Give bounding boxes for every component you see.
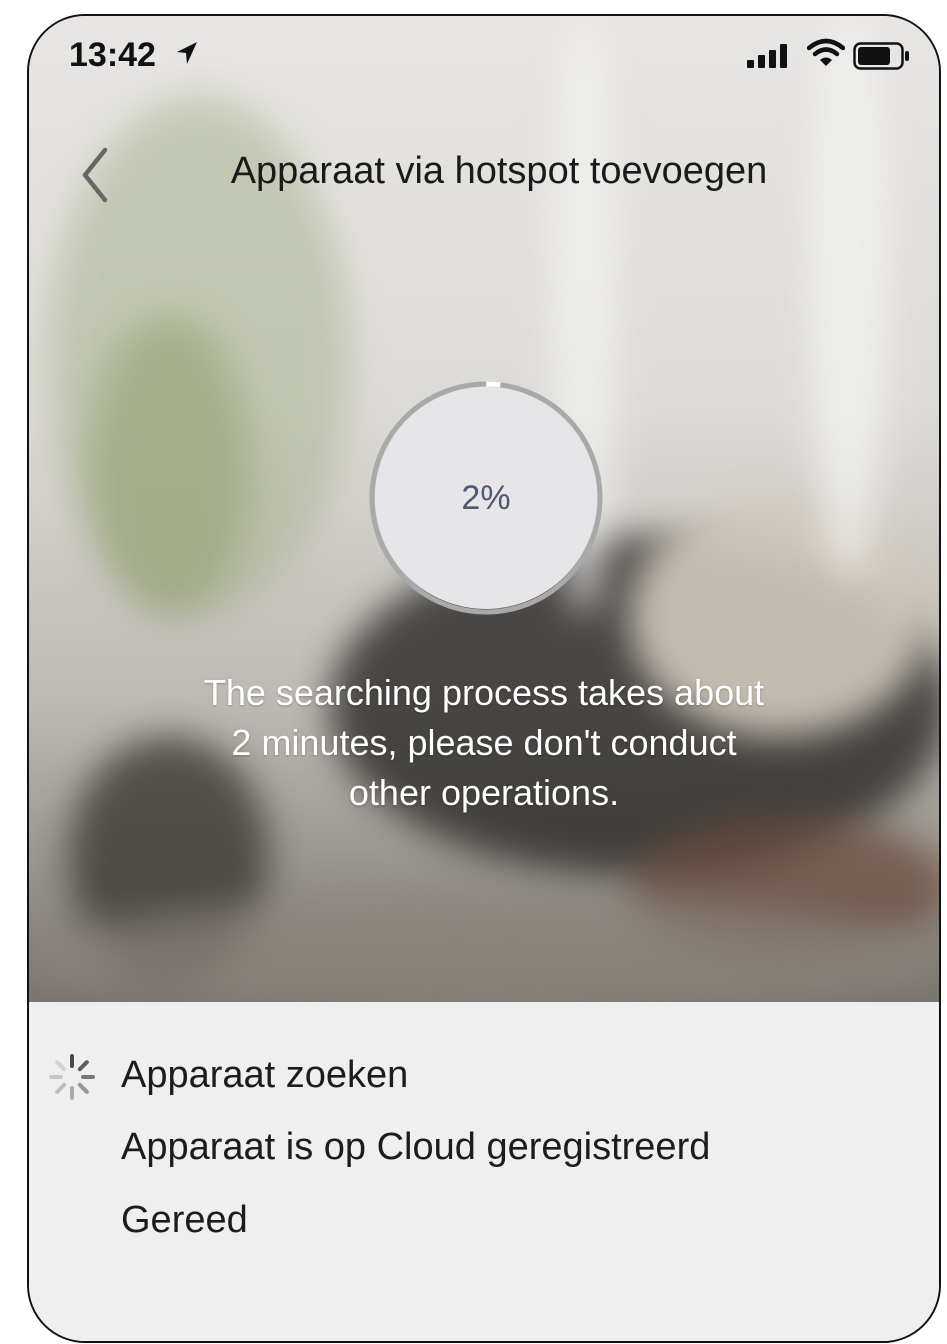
battery-icon bbox=[853, 42, 911, 75]
chevron-left-icon[interactable] bbox=[79, 146, 111, 209]
navigation-bar: Apparaat via hotspot toevoegen bbox=[29, 136, 939, 216]
wifi-icon bbox=[806, 38, 846, 73]
message-line-1: The searching process takes about bbox=[203, 672, 765, 713]
background-photo: 13:42 Apparaat via hotspot toevoegen 2% … bbox=[29, 16, 939, 1002]
progress-ring: 2% bbox=[368, 380, 604, 616]
phone-screen: 13:42 Apparaat via hotspot toevoegen 2% … bbox=[27, 14, 941, 1343]
message-line-3: other operations. bbox=[348, 772, 620, 813]
progress-steps: Apparaat zoeken Apparaat is op Cloud ger… bbox=[29, 1002, 939, 1341]
spinner-icon bbox=[47, 1052, 97, 1107]
progress-percentage: 2% bbox=[461, 478, 511, 517]
searching-message: The searching process takes about 2 minu… bbox=[129, 668, 839, 818]
progress-circle: 2% bbox=[375, 387, 597, 609]
message-line-2: 2 minutes, please don't conduct bbox=[231, 722, 737, 763]
cellular-signal-icon bbox=[747, 44, 791, 73]
progress-arc bbox=[485, 381, 501, 388]
step-done: Gereed bbox=[121, 1199, 248, 1241]
page-title: Apparaat via hotspot toevoegen bbox=[230, 150, 768, 192]
location-arrow-icon bbox=[175, 40, 199, 71]
step-cloud-registration: Apparaat is op Cloud geregistreerd bbox=[121, 1126, 711, 1168]
status-time: 13:42 bbox=[69, 36, 156, 74]
step-searching-device: Apparaat zoeken bbox=[121, 1054, 409, 1096]
status-bar: 13:42 bbox=[29, 16, 939, 96]
